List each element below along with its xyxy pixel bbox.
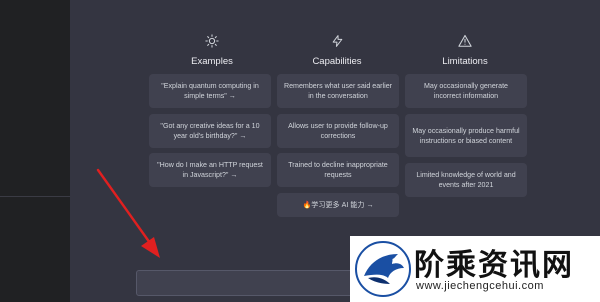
watermark-url: www.jiechengcehui.com [416, 280, 544, 292]
column-limitations: Limitations [404, 32, 526, 67]
column-title-capabilities: Capabilities [312, 56, 362, 67]
warning-icon [404, 32, 526, 50]
sun-icon [151, 32, 273, 50]
sidebar-divider [0, 196, 70, 197]
example-card-1[interactable]: "Explain quantum computing in simple ter… [149, 74, 271, 108]
capability-card-1: Remembers what user said earlier in the … [277, 74, 399, 108]
column-examples: Examples [151, 32, 273, 67]
watermark: 阶乘资讯网 www.jiechengcehui.com [350, 236, 600, 302]
eagle-logo [355, 241, 411, 297]
watermark-site-name: 阶乘资讯网 [414, 248, 574, 283]
limitation-card-1: May occasionally generate incorrect info… [405, 74, 527, 108]
capability-card-3: Trained to decline inappropriate request… [277, 153, 399, 187]
limitation-card-3: Limited knowledge of world and events af… [405, 163, 527, 197]
capability-card-2: Allows user to provide follow-up correct… [277, 114, 399, 148]
sidebar [0, 0, 70, 302]
example-card-3[interactable]: "How do I make an HTTP request in Javasc… [149, 153, 271, 187]
column-title-limitations: Limitations [442, 56, 488, 67]
column-capabilities: Capabilities [276, 32, 398, 67]
lightning-icon [276, 32, 398, 50]
column-title-examples: Examples [191, 56, 233, 67]
learn-more-ai-link[interactable]: 🔥学习更多 AI 能力 → [277, 193, 399, 217]
limitation-card-2: May occasionally produce harmful instruc… [405, 114, 527, 157]
example-card-2[interactable]: "Got any creative ideas for a 10 year ol… [149, 114, 271, 148]
